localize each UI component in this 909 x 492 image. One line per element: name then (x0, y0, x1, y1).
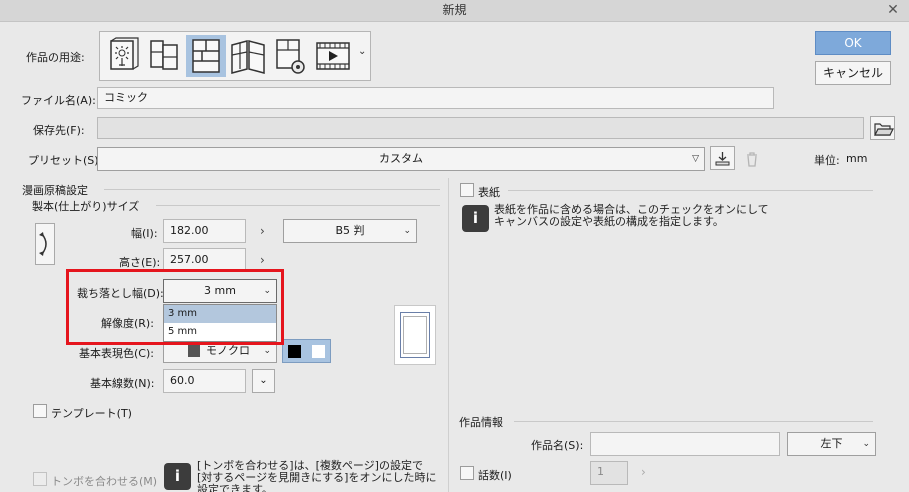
preset-label: プリセット(S): (28, 154, 103, 167)
comic-icon[interactable] (186, 35, 226, 77)
lines-label: 基本線数(N): (90, 377, 155, 390)
orientation-toggle-icon[interactable] (35, 223, 55, 265)
filename-label: ファイル名(A): (21, 94, 96, 107)
chevron-down-icon[interactable]: ⌄ (252, 369, 275, 393)
width-input[interactable]: 182.00 (163, 219, 246, 243)
chevron-right-icon: › (260, 253, 265, 267)
chevron-down-icon: ⌄ (403, 226, 411, 236)
chevron-down-icon: ▽ (692, 154, 699, 164)
height-label: 高さ(E): (119, 256, 161, 269)
template-checkbox[interactable] (33, 404, 47, 418)
purpose-selector[interactable]: ⌄ (99, 31, 371, 81)
divider (508, 190, 873, 191)
work-name-label: 作品名(S): (531, 439, 584, 452)
save-location-label: 保存先(F): (33, 124, 85, 137)
folder-icon[interactable] (870, 116, 895, 140)
highlight-box (66, 269, 284, 345)
manga-section-title: 漫画原稿設定 (22, 184, 88, 197)
lines-input[interactable]: 60.0 (163, 369, 246, 393)
chevron-down-icon[interactable]: ⌄ (358, 46, 366, 57)
chevron-down-icon: ⌄ (862, 439, 870, 449)
crop-marks-checkbox[interactable] (33, 472, 47, 486)
info-icon: i (164, 463, 191, 490)
name-position-value: 左下 (820, 437, 843, 450)
crop-marks-info: [トンボを合わせる]は、[複数ページ]の設定で [対するページを見開きにする]を… (197, 460, 436, 492)
white-swatch[interactable] (312, 345, 325, 358)
trash-icon[interactable] (741, 148, 763, 170)
print-icon[interactable] (270, 35, 310, 77)
info-line: 設定できます。 (197, 483, 273, 492)
color-swatches[interactable] (282, 339, 331, 363)
divider (448, 178, 449, 492)
divider (156, 205, 440, 206)
work-name-input[interactable] (590, 432, 780, 456)
color-mode-label: 基本表現色(C): (79, 347, 154, 360)
cancel-button[interactable]: キャンセル (815, 61, 891, 85)
webtoon-icon[interactable] (144, 35, 184, 77)
width-label: 幅(I): (131, 227, 158, 240)
trim-frame (403, 316, 427, 354)
unit-value: mm (846, 152, 868, 165)
preset-dropdown[interactable]: カスタム ▽ (97, 147, 705, 171)
crop-marks-label: トンボを合わせる(M) (51, 475, 158, 488)
work-info-section-title: 作品情報 (459, 416, 503, 429)
preset-value: カスタム (379, 152, 423, 165)
color-mode-value: モノクロ (206, 344, 250, 357)
paper-size-dropdown[interactable]: B5 判 ⌄ (283, 219, 417, 243)
save-preset-icon[interactable] (710, 146, 735, 170)
info-line: キャンバスの設定や表紙の構成を指定します。 (494, 215, 724, 228)
episode-input[interactable]: 1 (590, 461, 628, 485)
purpose-label: 作品の用途: (26, 51, 85, 64)
mono-swatch-icon (188, 345, 200, 357)
black-swatch[interactable] (288, 345, 301, 358)
cover-checkbox[interactable] (460, 183, 474, 197)
animation-icon[interactable] (312, 35, 354, 77)
multipage-icon[interactable] (228, 35, 268, 77)
ok-button[interactable]: OK (815, 31, 891, 55)
divider (104, 189, 440, 190)
illustration-icon[interactable] (103, 35, 143, 77)
episode-label: 話数(I) (478, 469, 512, 482)
window-title: 新規 (442, 3, 467, 17)
cover-info: 表紙を作品に含める場合は、このチェックをオンにして キャンバスの設定や表紙の構成… (494, 204, 769, 228)
template-label: テンプレート(T) (51, 407, 132, 420)
close-icon[interactable]: ✕ (883, 0, 903, 21)
filename-input[interactable]: コミック (97, 87, 774, 109)
info-icon: i (462, 205, 489, 232)
cover-label: 表紙 (478, 186, 500, 199)
episode-checkbox[interactable] (460, 466, 474, 480)
size-section-title: 製本(仕上がり)サイズ (32, 200, 140, 213)
divider (514, 421, 873, 422)
save-location-input[interactable] (97, 117, 864, 139)
title-bar: 新規 (0, 0, 909, 22)
page-preview (394, 305, 436, 365)
name-position-dropdown[interactable]: 左下 ⌄ (787, 432, 876, 456)
unit-label: 単位: (814, 154, 840, 167)
chevron-right-icon: › (260, 224, 265, 238)
chevron-right-icon: › (641, 465, 646, 479)
paper-size-value: B5 判 (335, 224, 365, 237)
